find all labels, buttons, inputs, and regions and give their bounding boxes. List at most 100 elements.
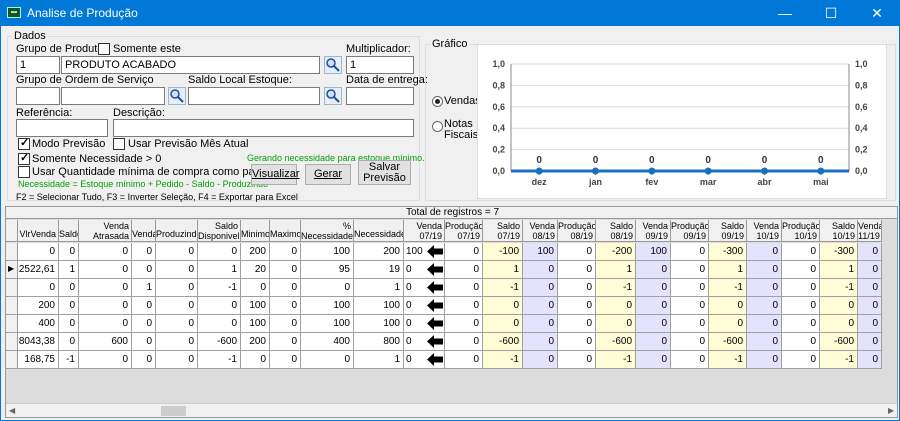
table-cell[interactable]: 0 [858, 261, 882, 279]
visualizar-button[interactable]: Visualizar [251, 164, 300, 185]
column-header[interactable]: Venda 11/19 [858, 220, 882, 242]
table-cell[interactable]: 0 [156, 297, 198, 315]
row-header[interactable] [6, 279, 18, 297]
table-cell[interactable]: 1 [596, 261, 636, 279]
table-cell[interactable]: 0 [709, 297, 747, 315]
table-cell[interactable]: 100 [241, 297, 270, 315]
table-cell[interactable]: 200 [354, 243, 404, 261]
descricao-input[interactable] [113, 119, 414, 137]
table-cell[interactable]: 0 [404, 351, 445, 369]
table-cell[interactable]: -1 [709, 351, 747, 369]
table-cell[interactable]: 1 [483, 261, 523, 279]
table-cell[interactable]: 0 [132, 297, 156, 315]
table-cell[interactable]: 0 [59, 279, 79, 297]
usar-qtd-min-checkbox[interactable] [18, 166, 30, 178]
table-cell[interactable]: 0 [156, 351, 198, 369]
table-cell[interactable]: 0 [132, 261, 156, 279]
multiplicador-input[interactable]: 1 [346, 56, 414, 74]
table-cell[interactable]: 168,75 [18, 351, 59, 369]
table-cell[interactable]: 0 [671, 261, 709, 279]
table-cell[interactable]: 100 [241, 315, 270, 333]
row-header[interactable] [6, 315, 18, 333]
table-cell[interactable]: 0 [858, 351, 882, 369]
table-cell[interactable]: 0 [747, 351, 782, 369]
table-cell[interactable]: 0 [671, 315, 709, 333]
saldo-local-input[interactable] [188, 87, 320, 105]
horizontal-scrollbar[interactable]: ◀ ▶ [6, 403, 897, 417]
table-cell[interactable]: 0 [404, 333, 445, 351]
table-cell[interactable]: 19 [354, 261, 404, 279]
table-cell[interactable]: 0 [241, 279, 270, 297]
row-header[interactable]: ▶ [6, 261, 18, 279]
table-cell[interactable]: -1 [483, 351, 523, 369]
table-cell[interactable]: 0 [671, 243, 709, 261]
table-cell[interactable]: 0 [523, 315, 558, 333]
column-header[interactable]: Venda Atrasada [79, 220, 132, 242]
data-entrega-input[interactable] [346, 87, 414, 105]
table-cell[interactable]: 400 [301, 333, 354, 351]
table-cell[interactable]: 0 [820, 315, 858, 333]
table-cell[interactable]: 100 [354, 315, 404, 333]
table-cell[interactable]: 0 [445, 261, 483, 279]
table-cell[interactable]: 0 [558, 279, 596, 297]
table-cell[interactable]: 0 [782, 261, 820, 279]
table-cell[interactable]: -1 [709, 279, 747, 297]
table-cell[interactable]: 0 [198, 243, 241, 261]
column-header[interactable]: Venda 09/19 [636, 220, 671, 242]
table-cell[interactable]: 200 [241, 243, 270, 261]
table-cell[interactable]: 0 [445, 315, 483, 333]
table-cell[interactable]: 0 [747, 315, 782, 333]
table-cell[interactable]: 0 [301, 351, 354, 369]
table-cell[interactable]: 200 [18, 297, 59, 315]
column-header[interactable]: Saldo 08/19 [596, 220, 636, 242]
table-cell[interactable]: 0 [270, 297, 301, 315]
table-cell[interactable]: 0 [270, 333, 301, 351]
gerar-button[interactable]: Gerar [305, 164, 351, 185]
maximize-button[interactable]: ☐ [808, 0, 854, 26]
table-cell[interactable]: 0 [671, 279, 709, 297]
table-cell[interactable]: 0 [858, 243, 882, 261]
table-cell[interactable]: -300 [820, 243, 858, 261]
table-cell[interactable]: 100 [301, 315, 354, 333]
table-cell[interactable]: 0 [523, 279, 558, 297]
table-cell[interactable]: 0 [18, 243, 59, 261]
table-cell[interactable]: 1 [354, 279, 404, 297]
table-cell[interactable]: 0 [747, 261, 782, 279]
table-cell[interactable]: 0 [156, 243, 198, 261]
notas-fiscais-radio[interactable] [432, 121, 443, 132]
table-cell[interactable]: 0 [558, 315, 596, 333]
column-header[interactable]: Produção 08/19 [558, 220, 596, 242]
table-cell[interactable]: 0 [523, 297, 558, 315]
table-cell[interactable]: 100 [404, 243, 445, 261]
table-cell[interactable]: 2522,61 [18, 261, 59, 279]
table-cell[interactable]: 0 [858, 315, 882, 333]
table-cell[interactable]: 0 [558, 243, 596, 261]
table-cell[interactable]: 0 [445, 297, 483, 315]
table-cell[interactable]: 0 [483, 297, 523, 315]
table-cell[interactable]: -1 [198, 351, 241, 369]
table-cell[interactable]: 0 [782, 279, 820, 297]
table-cell[interactable]: 0 [747, 279, 782, 297]
table-cell[interactable]: 1 [709, 261, 747, 279]
table-cell[interactable]: 0 [820, 297, 858, 315]
table-cell[interactable]: 0 [747, 243, 782, 261]
somente-este-checkbox[interactable] [98, 43, 110, 55]
table-cell[interactable]: 0 [59, 243, 79, 261]
referencia-input[interactable] [16, 119, 108, 137]
row-header[interactable] [6, 297, 18, 315]
column-header[interactable]: Venda [132, 220, 156, 242]
row-header[interactable] [6, 243, 18, 261]
grupo-code-input[interactable]: 1 [16, 56, 60, 74]
table-cell[interactable]: 0 [301, 279, 354, 297]
table-cell[interactable]: 0 [747, 297, 782, 315]
table-cell[interactable]: 800 [354, 333, 404, 351]
table-cell[interactable]: 0 [558, 261, 596, 279]
table-cell[interactable]: 0 [445, 279, 483, 297]
column-header[interactable]: Minimo [241, 220, 270, 242]
table-cell[interactable]: -100 [483, 243, 523, 261]
table-cell[interactable]: 0 [198, 297, 241, 315]
table-cell[interactable]: 0 [404, 297, 445, 315]
table-cell[interactable]: 0 [59, 333, 79, 351]
table-cell[interactable]: 0 [132, 333, 156, 351]
scroll-right-icon[interactable]: ▶ [888, 406, 894, 415]
